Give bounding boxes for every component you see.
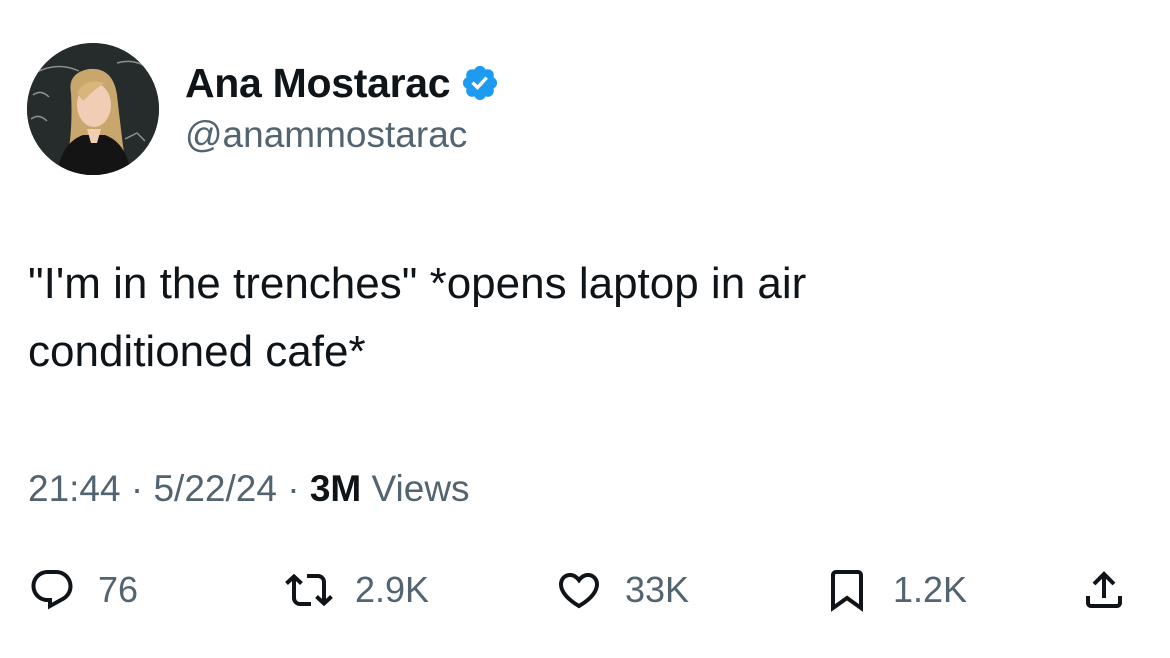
meta-separator: · xyxy=(287,468,300,509)
verified-badge-icon xyxy=(460,63,500,103)
share-icon xyxy=(1086,571,1122,608)
views-count: 3M xyxy=(309,468,362,509)
reply-button[interactable]: 76 xyxy=(28,560,138,620)
reply-icon xyxy=(31,570,73,610)
tweet-card: Ana Mostarac @anammostarac "I'm in the t… xyxy=(0,0,1170,658)
bookmark-icon xyxy=(831,570,863,612)
share-button[interactable] xyxy=(1080,560,1128,620)
action-bar: 76 2.9K 33K 1.2K xyxy=(0,560,1170,620)
bookmark-button[interactable]: 1.2K xyxy=(823,560,967,620)
retweet-button[interactable]: 2.9K xyxy=(285,560,429,620)
retweet-count: 2.9K xyxy=(355,569,430,610)
meta-separator: · xyxy=(130,468,144,509)
reply-count: 76 xyxy=(98,569,139,610)
like-button[interactable]: 33K xyxy=(555,560,689,620)
tweet-meta: 21:44 · 5/22/24 · 3M Views xyxy=(28,468,470,510)
avatar-photo xyxy=(27,43,159,175)
tweet-time[interactable]: 21:44 xyxy=(28,468,121,509)
author-handle[interactable]: @anammostarac xyxy=(185,114,467,156)
tweet-text: "I'm in the trenches" *opens laptop in a… xyxy=(28,259,807,376)
heart-icon xyxy=(558,573,600,609)
author-name-row: Ana Mostarac xyxy=(185,58,500,108)
views-label: Views xyxy=(371,468,470,509)
bookmark-count: 1.2K xyxy=(893,569,968,610)
retweet-icon xyxy=(285,573,333,607)
tweet-date[interactable]: 5/22/24 xyxy=(153,468,276,509)
display-name[interactable]: Ana Mostarac xyxy=(185,60,451,107)
avatar[interactable] xyxy=(27,43,159,175)
like-count: 33K xyxy=(625,569,690,610)
